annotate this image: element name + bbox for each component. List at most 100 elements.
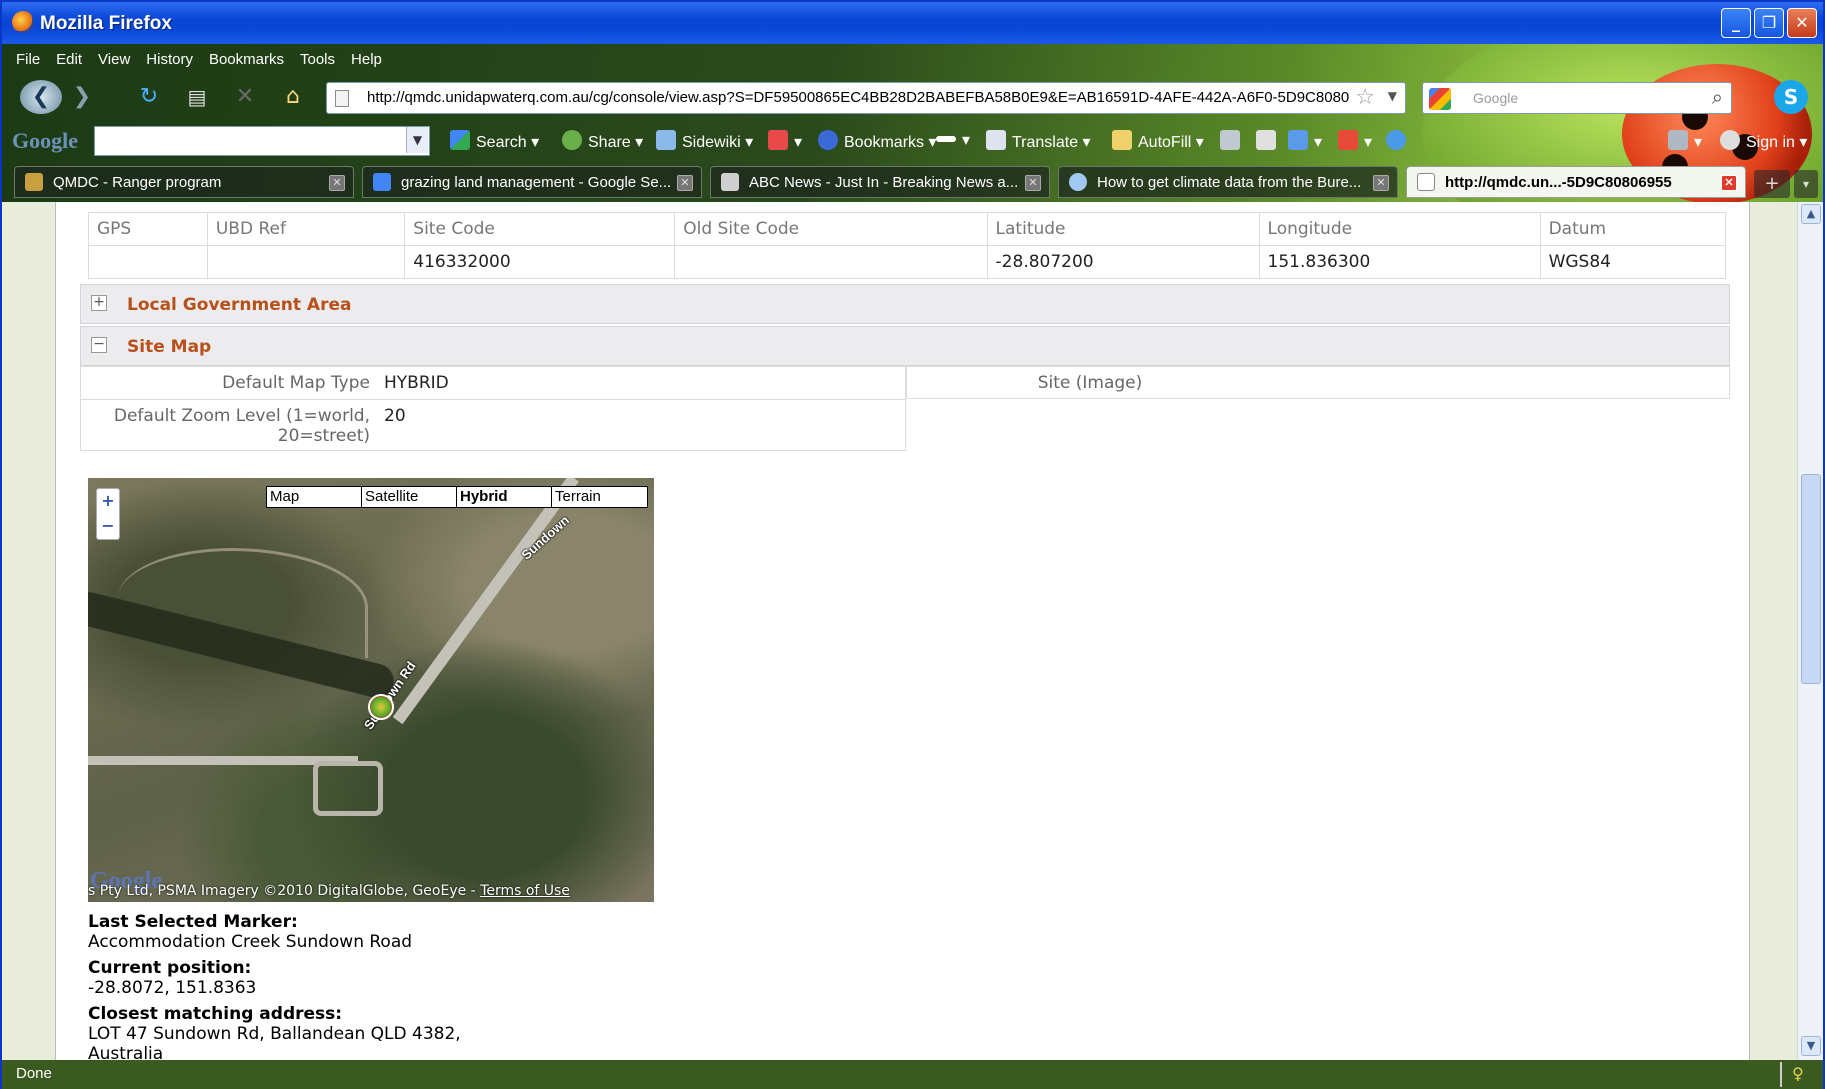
skype-icon[interactable]: S	[1774, 80, 1808, 114]
map-type-satellite[interactable]: Satellite	[362, 487, 457, 507]
page-icon	[1417, 173, 1435, 191]
accessibility-icon[interactable]: ♀	[1792, 1064, 1810, 1084]
map-type-map[interactable]: Map	[267, 487, 362, 507]
forward-button[interactable]: ❯	[68, 80, 96, 114]
current-position-label: Current position:	[88, 958, 252, 978]
last-marker-label: Last Selected Marker:	[88, 912, 298, 932]
menu-bookmarks[interactable]: Bookmarks	[201, 48, 292, 72]
close-tab-icon[interactable]: ✕	[329, 175, 345, 191]
closest-address-label: Closest matching address:	[88, 1004, 343, 1024]
autofill-button[interactable]: AutoFill ▾	[1112, 130, 1204, 152]
table-header-row: GPS UBD Ref Site Code Old Site Code Lati…	[88, 212, 1727, 246]
chevron-down-icon[interactable]: ▼	[406, 127, 428, 153]
reload-button[interactable]: ↻	[134, 80, 164, 114]
site-map[interactable]: Sundown Sundown Rd + − Map Satellite Hyb…	[88, 478, 654, 902]
back-button[interactable]: ❮	[20, 80, 62, 114]
site-marker-icon[interactable]	[368, 694, 394, 720]
scroll-up-icon[interactable]: ▲	[1801, 204, 1821, 224]
collapse-icon[interactable]: −	[91, 337, 107, 353]
google-toolbar: Google ▼ Search ▾ Share ▾ Sidewiki ▾ ▾ B…	[2, 120, 1823, 160]
url-dropdown-icon[interactable]: ▼	[1388, 89, 1397, 103]
highlighter-icon	[768, 130, 788, 150]
close-tab-icon[interactable]: ✕	[1025, 175, 1041, 191]
closest-address-line1: LOT 47 Sundown Rd, Ballandean QLD 4382,	[88, 1024, 461, 1044]
cell-longitude: 151.836300	[1258, 245, 1541, 279]
map-type-hybrid[interactable]: Hybrid	[457, 487, 552, 507]
status-text: Done	[16, 1065, 52, 1082]
cell-site-code: 416332000	[404, 245, 676, 279]
highlight-button[interactable]: ▾	[768, 130, 802, 152]
menu-edit[interactable]: Edit	[48, 48, 90, 72]
cell-old-site-code	[674, 245, 988, 279]
home-button[interactable]: ⌂	[278, 80, 308, 114]
tab-grazing-search[interactable]: grazing land management - Google Se... ✕	[362, 166, 702, 198]
divider	[80, 399, 906, 400]
new-tab-button[interactable]: +	[1754, 170, 1790, 198]
pen-icon	[1220, 130, 1240, 150]
section-title[interactable]: Local Government Area	[127, 295, 351, 315]
menu-file[interactable]: File	[8, 48, 48, 72]
wrench-button[interactable]: ▾	[1668, 130, 1702, 152]
add-button[interactable]: ▾	[1288, 130, 1322, 152]
col-old-site-code: Old Site Code	[674, 212, 988, 246]
tab-climate-data[interactable]: How to get climate data from the Bure...…	[1058, 166, 1398, 198]
maximize-button[interactable]: ❐	[1754, 8, 1784, 38]
expand-icon[interactable]: +	[91, 295, 107, 311]
gmail-button[interactable]: ▾	[1338, 130, 1372, 152]
globe-button[interactable]	[1386, 130, 1412, 152]
minimize-button[interactable]: _	[1721, 8, 1751, 38]
cell-datum: WGS84	[1539, 245, 1727, 279]
section-local-government-area[interactable]: + Local Government Area	[80, 284, 1730, 324]
zoom-in-button[interactable]: +	[97, 489, 119, 514]
google-toolbar-input[interactable]	[94, 126, 430, 156]
scroll-down-icon[interactable]: ▼	[1801, 1036, 1821, 1056]
close-tab-icon[interactable]: ✕	[677, 175, 693, 191]
search-input[interactable]: Google ⌕	[1422, 82, 1732, 114]
close-tab-icon[interactable]: ✕	[1721, 175, 1737, 191]
section-site-map[interactable]: − Site Map	[80, 326, 1730, 366]
share-button[interactable]: Share ▾	[562, 130, 643, 152]
home-tool-button[interactable]	[1256, 130, 1282, 152]
close-button[interactable]: ✕	[1787, 8, 1817, 38]
terms-of-use-link[interactable]: Terms of Use	[480, 883, 570, 899]
last-marker-value: Accommodation Creek Sundown Road	[88, 932, 413, 952]
vertical-scrollbar[interactable]: ▲ ▼	[1797, 202, 1823, 1060]
pagerank-icon	[936, 136, 956, 142]
google-icon[interactable]	[1429, 88, 1451, 110]
tab-qmdc-current[interactable]: http://qmdc.un...-5D9C80806955 ✕	[1406, 166, 1746, 198]
stop-button[interactable]: ✕	[232, 80, 258, 114]
status-bar: Done ♀	[2, 1060, 1823, 1089]
zoom-control: + −	[96, 488, 120, 540]
translate-button[interactable]: Translate ▾	[986, 130, 1091, 152]
tab-list-button[interactable]: ▾	[1794, 170, 1818, 198]
zoom-level-label-line1: Default Zoom Level (1=world,	[113, 406, 370, 426]
signin-button[interactable]: Sign in ▾	[1720, 130, 1807, 152]
map-type-terrain[interactable]: Terrain	[552, 487, 647, 507]
pagerank-button[interactable]: ▾	[936, 130, 970, 150]
zoom-out-button[interactable]: −	[97, 514, 119, 539]
menu-help[interactable]: Help	[343, 48, 390, 72]
google-search-button[interactable]: Search ▾	[450, 130, 539, 152]
menu-view[interactable]: View	[90, 48, 138, 72]
menu-history[interactable]: History	[138, 48, 201, 72]
print-button[interactable]: ▤	[182, 80, 212, 114]
close-tab-icon[interactable]: ✕	[1373, 175, 1389, 191]
sidewiki-button[interactable]: Sidewiki ▾	[656, 130, 753, 152]
site-image-label: Site (Image)	[1037, 373, 1143, 393]
pen-button[interactable]	[1220, 130, 1246, 152]
tab-abc-news[interactable]: ABC News - Just In - Breaking News a... …	[710, 166, 1050, 198]
menu-bar: File Edit View History Bookmarks Tools H…	[8, 48, 390, 72]
search-icon[interactable]: ⌕	[1712, 85, 1723, 109]
scroll-thumb[interactable]	[1801, 474, 1821, 684]
menu-tools[interactable]: Tools	[292, 48, 343, 72]
bookmark-star-icon[interactable]: ☆	[1355, 85, 1375, 110]
search-placeholder: Google	[1473, 90, 1519, 106]
address-bar[interactable]: http://qmdc.unidapwaterq.com.au/cg/conso…	[326, 82, 1406, 114]
tab-qmdc-ranger[interactable]: QMDC - Ranger program ✕	[14, 166, 354, 198]
bookmarks-button[interactable]: Bookmarks ▾	[818, 130, 937, 152]
google-toolbar-logo: Google	[12, 128, 78, 153]
title-bar: Mozilla Firefox _ ❐ ✕	[2, 2, 1823, 44]
navigation-toolbar: ❮ ❯ ↻ ▤ ✕ ⌂ http://qmdc.unidapwaterq.com…	[2, 74, 1823, 120]
url-text[interactable]: http://qmdc.unidapwaterq.com.au/cg/conso…	[367, 89, 1349, 106]
section-title[interactable]: Site Map	[127, 337, 211, 357]
